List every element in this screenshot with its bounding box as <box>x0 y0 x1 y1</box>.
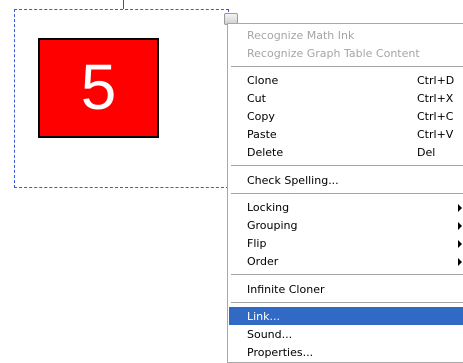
menu-item-delete[interactable]: Delete Del <box>229 143 463 161</box>
menu-item-shortcut: Ctrl+X <box>417 91 454 105</box>
number-text: 5 <box>80 51 117 123</box>
submenu-arrow-icon <box>458 240 462 248</box>
menu-item-label: Grouping <box>247 218 298 232</box>
menu-item-clone[interactable]: Clone Ctrl+D <box>229 71 463 89</box>
context-menu: Recognize Math Ink Recognize Graph Table… <box>227 23 463 363</box>
menu-separator <box>231 193 463 194</box>
menu-item-infinite-cloner[interactable]: Infinite Cloner <box>229 280 463 298</box>
menu-item-label: Properties... <box>247 345 314 359</box>
menu-item-label: Flip <box>247 236 267 250</box>
menu-item-label: Recognize Graph Table Content <box>247 46 420 60</box>
menu-separator <box>231 302 463 303</box>
submenu-arrow-icon <box>458 258 462 266</box>
menu-item-link[interactable]: Link... <box>229 307 463 325</box>
menu-item-shortcut: Del <box>417 145 436 159</box>
menu-item-label: Infinite Cloner <box>247 282 325 296</box>
menu-item-properties[interactable]: Properties... <box>229 343 463 361</box>
connector-line <box>123 0 124 9</box>
menu-item-sound[interactable]: Sound... <box>229 325 463 343</box>
menu-item-label: Locking <box>247 200 290 214</box>
menu-item-locking[interactable]: Locking <box>229 198 463 216</box>
menu-item-paste[interactable]: Paste Ctrl+V <box>229 125 463 143</box>
menu-item-label: Check Spelling... <box>247 173 339 187</box>
menu-item-shortcut: Ctrl+C <box>417 109 454 123</box>
menu-separator <box>231 165 463 166</box>
menu-item-flip[interactable]: Flip <box>229 234 463 252</box>
menu-item-copy[interactable]: Copy Ctrl+C <box>229 107 463 125</box>
menu-item-order[interactable]: Order <box>229 252 463 270</box>
menu-item-label: Link... <box>247 309 281 323</box>
number-card[interactable]: 5 <box>38 38 159 138</box>
menu-item-recognize-math-ink[interactable]: Recognize Math Ink <box>229 26 463 44</box>
menu-item-cut[interactable]: Cut Ctrl+X <box>229 89 463 107</box>
menu-item-recognize-graph-table-content[interactable]: Recognize Graph Table Content <box>229 44 463 62</box>
submenu-arrow-icon <box>458 222 462 230</box>
menu-separator <box>231 274 463 275</box>
menu-item-label: Sound... <box>247 327 293 341</box>
menu-item-label: Recognize Math Ink <box>247 28 355 42</box>
menu-separator <box>231 66 463 67</box>
menu-item-shortcut: Ctrl+D <box>417 73 455 87</box>
menu-item-check-spelling[interactable]: Check Spelling... <box>229 171 463 189</box>
submenu-arrow-icon <box>458 204 462 212</box>
menu-item-shortcut: Ctrl+V <box>417 127 454 141</box>
menu-item-label: Order <box>247 254 279 268</box>
menu-item-grouping[interactable]: Grouping <box>229 216 463 234</box>
